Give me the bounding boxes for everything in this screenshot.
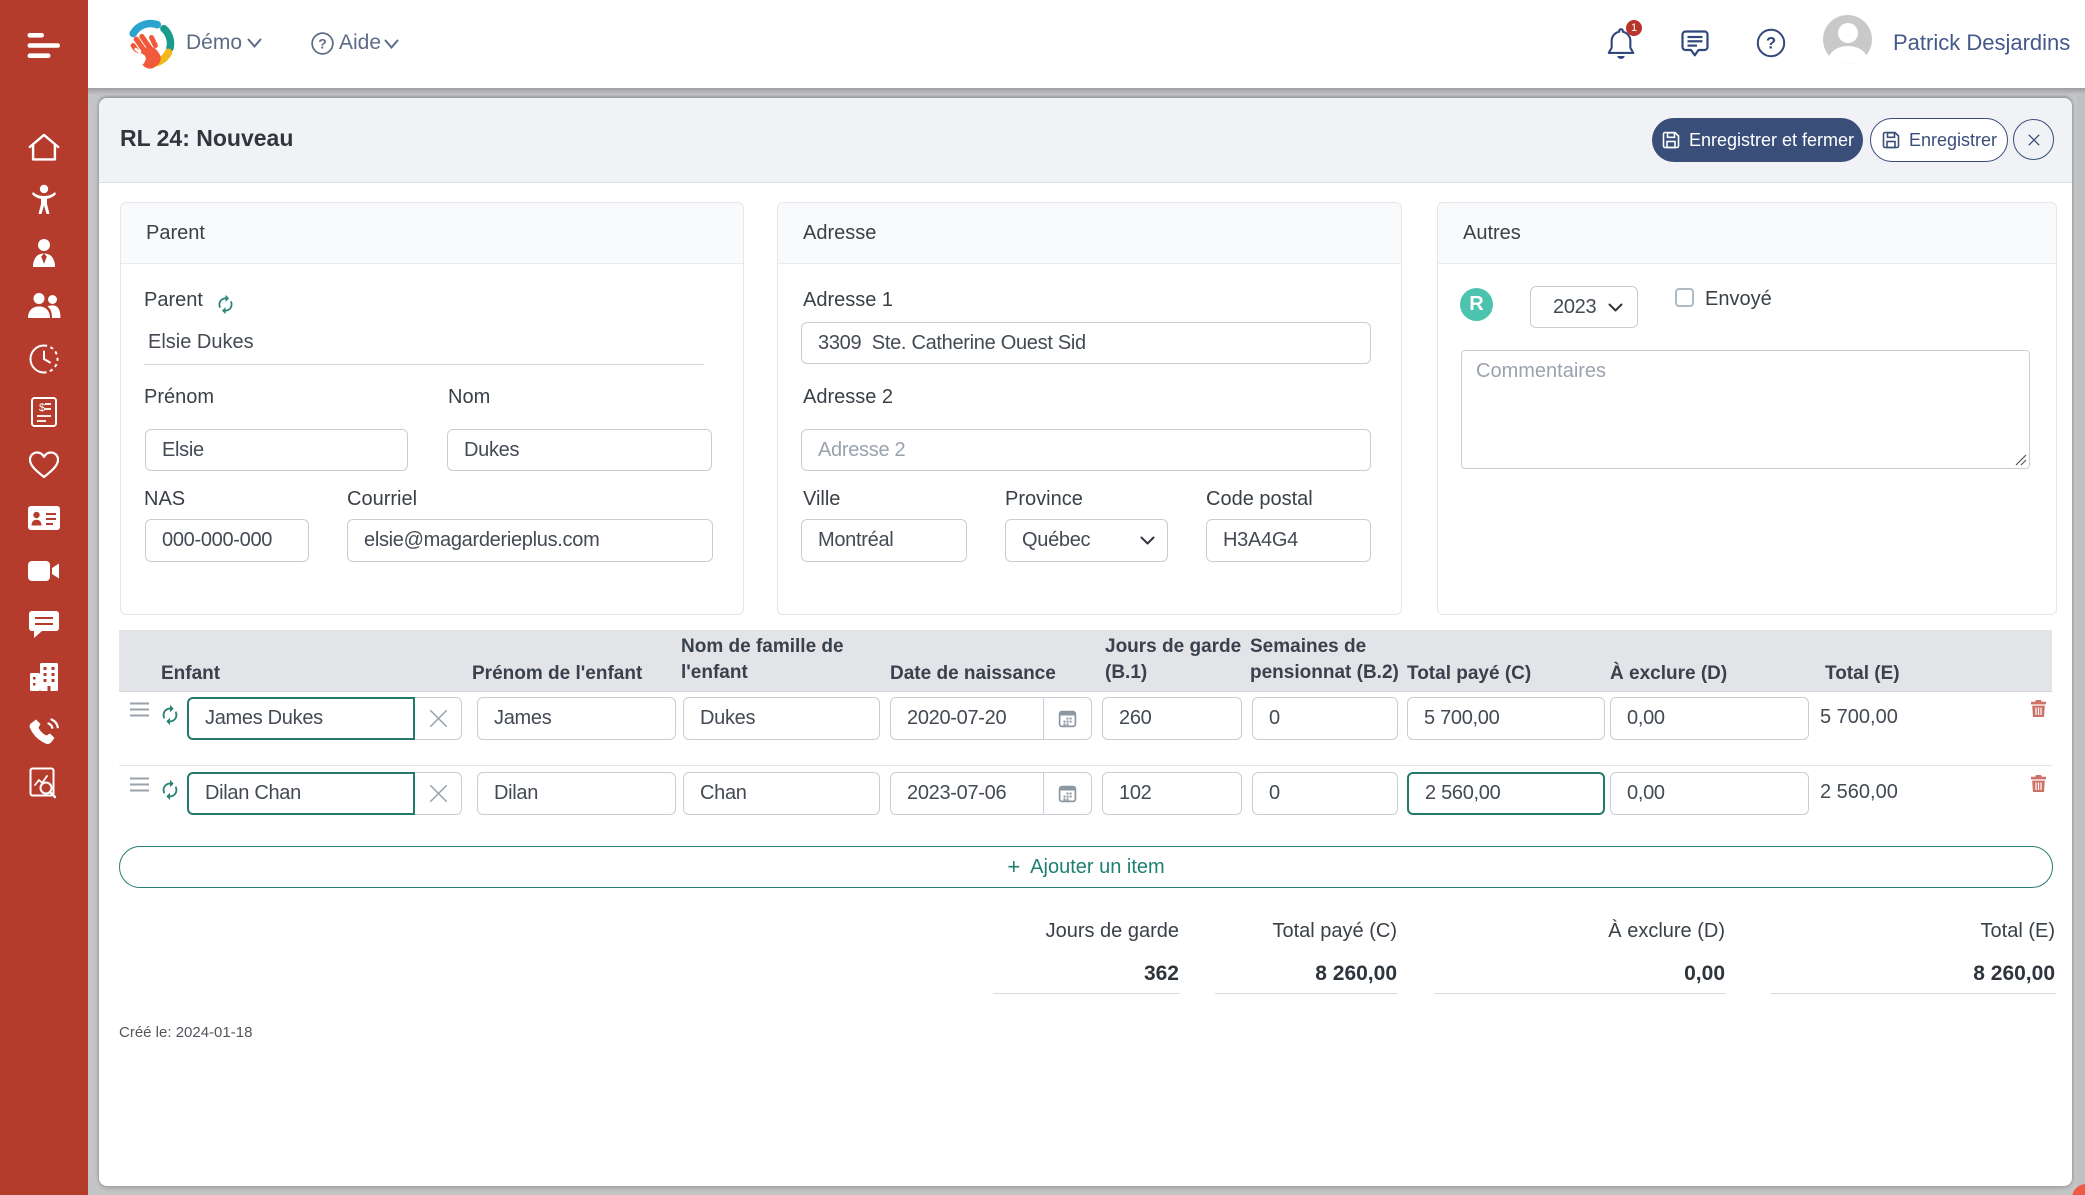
- svg-text:?: ?: [1766, 35, 1776, 53]
- svg-text:?: ?: [318, 35, 326, 51]
- svg-text:$: $: [39, 402, 45, 414]
